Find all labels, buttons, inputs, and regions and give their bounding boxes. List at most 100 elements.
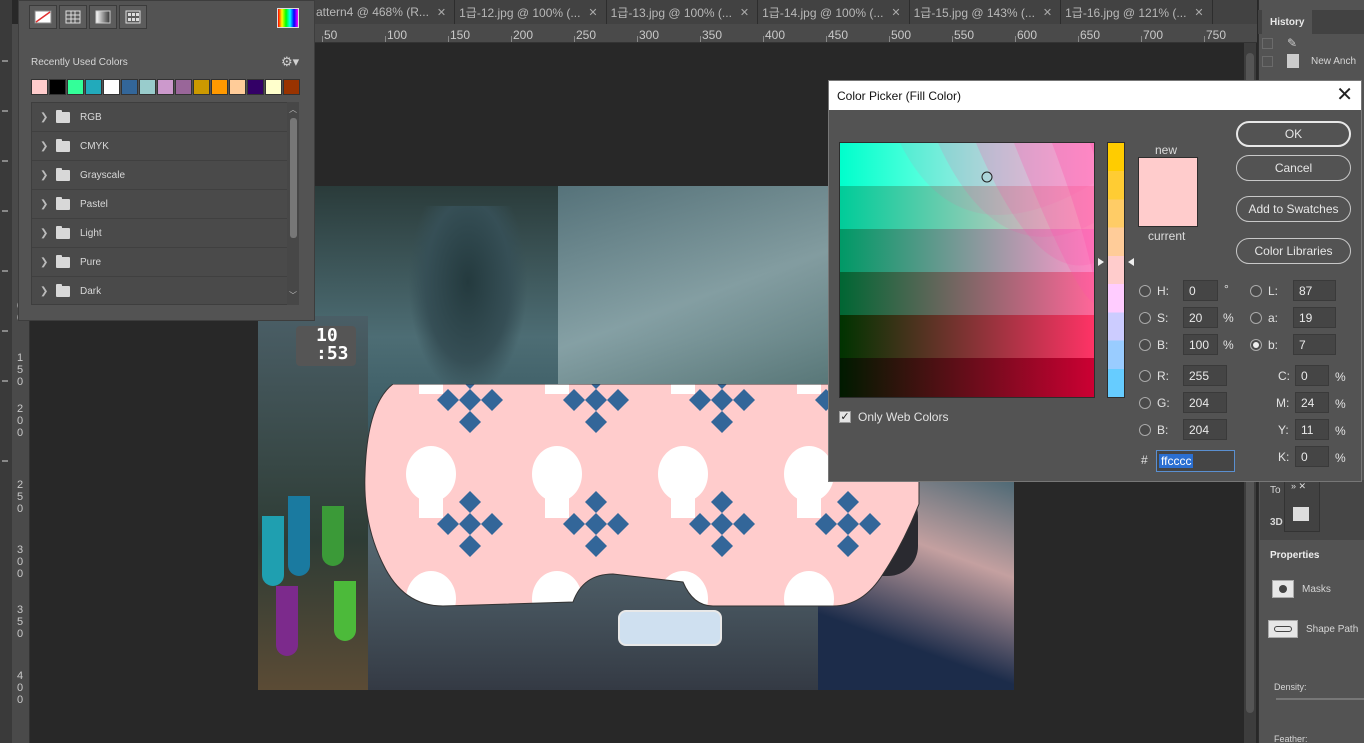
black-input[interactable]: 0	[1295, 446, 1329, 467]
properties-shape-path[interactable]: Shape Path	[1268, 620, 1358, 638]
chevron-right-icon[interactable]: ❯	[40, 228, 52, 239]
close-icon[interactable]: ✕	[1336, 84, 1353, 106]
recent-color-swatch[interactable]	[157, 79, 174, 95]
radio-brightness[interactable]	[1139, 339, 1151, 351]
swatch-group-pastel[interactable]: ❯ Pastel	[32, 190, 298, 219]
blue-input[interactable]: 204	[1183, 419, 1227, 440]
scroll-thumb[interactable]	[290, 118, 297, 238]
radio-lab-b[interactable]	[1250, 339, 1262, 351]
green-input[interactable]: 204	[1183, 392, 1227, 413]
ruler-horizontal[interactable]: 50 100 150 200 250 300 350 400 450 500 550 600 650 70…	[312, 24, 1257, 43]
recent-color-swatch[interactable]	[283, 79, 300, 95]
grid-icon[interactable]	[1293, 507, 1309, 521]
solid-color-button[interactable]	[59, 5, 87, 29]
swatch-group-rgb[interactable]: ❯ RGB	[32, 103, 298, 132]
close-icon[interactable]: ✕	[437, 6, 446, 19]
cyan-input[interactable]: 0	[1295, 365, 1329, 386]
radio-green[interactable]	[1139, 397, 1151, 409]
chevron-right-icon[interactable]: ❯	[40, 257, 52, 268]
recent-color-swatch[interactable]	[121, 79, 138, 95]
doc-tab-4[interactable]: 1급-15.jpg @ 143% (... ✕	[910, 0, 1062, 24]
hue-input[interactable]: 0	[1183, 280, 1218, 301]
add-to-swatches-button[interactable]: Add to Swatches	[1236, 196, 1351, 222]
recent-color-swatch[interactable]	[139, 79, 156, 95]
properties-masks[interactable]: Masks	[1272, 580, 1331, 598]
tab-3d[interactable]: 3D	[1270, 517, 1283, 528]
close-icon[interactable]: ✕	[588, 6, 597, 19]
history-snapshot-box[interactable]	[1262, 55, 1273, 67]
recent-color-swatch[interactable]	[247, 79, 264, 95]
recent-color-swatch[interactable]	[31, 79, 48, 95]
web-color-slider[interactable]	[1107, 142, 1125, 398]
hex-input[interactable]: ffcccc	[1156, 450, 1235, 472]
swatch-group-dark[interactable]: ❯ Dark	[32, 277, 298, 304]
gradient-button[interactable]	[89, 5, 117, 29]
history-row[interactable]: New Anch	[1262, 54, 1356, 68]
recent-color-swatch[interactable]	[193, 79, 210, 95]
ok-button[interactable]: OK	[1236, 121, 1351, 147]
recent-color-swatch[interactable]	[85, 79, 102, 95]
color-libraries-button[interactable]: Color Libraries	[1236, 238, 1351, 264]
collapsed-tool-panel[interactable]: » ✕	[1284, 480, 1320, 532]
scroll-up-icon[interactable]: ︿	[289, 104, 297, 115]
lightness-input[interactable]: 87	[1293, 280, 1336, 301]
recent-color-swatch[interactable]	[175, 79, 192, 95]
close-icon[interactable]: ✕	[740, 6, 749, 19]
doc-tab-1[interactable]: 1급-12.jpg @ 100% (... ✕	[455, 0, 607, 24]
color-field[interactable]	[839, 142, 1095, 398]
tab-history[interactable]: History	[1262, 10, 1313, 34]
red-input[interactable]: 255	[1183, 365, 1227, 386]
recent-color-swatch[interactable]	[211, 79, 228, 95]
radio-hue[interactable]	[1139, 285, 1151, 297]
gear-icon[interactable]: ⚙▾	[281, 54, 299, 70]
cancel-button[interactable]: Cancel	[1236, 155, 1351, 181]
swatch-group-cmyk[interactable]: ❯ CMYK	[32, 132, 298, 161]
doc-tab-2[interactable]: 1급-13.jpg @ 100% (... ✕	[607, 0, 759, 24]
density-slider[interactable]	[1276, 698, 1364, 700]
tab-properties[interactable]: Properties	[1262, 543, 1328, 567]
expand-icon[interactable]: » ✕	[1285, 481, 1319, 492]
swatch-list-scrollbar[interactable]: ︿ ﹀	[287, 102, 299, 305]
close-icon[interactable]: ✕	[1194, 6, 1203, 19]
scroll-down-icon[interactable]: ﹀	[289, 290, 297, 301]
yellow-input[interactable]: 11	[1295, 419, 1329, 440]
chevron-right-icon[interactable]: ❯	[40, 141, 52, 152]
only-web-colors-checkbox[interactable]: ✓	[839, 411, 851, 423]
color-field-canvas[interactable]	[840, 143, 1094, 397]
chevron-right-icon[interactable]: ❯	[40, 170, 52, 181]
no-fill-button[interactable]	[29, 5, 57, 29]
recent-color-swatch[interactable]	[265, 79, 282, 95]
brightness-input[interactable]: 100	[1183, 334, 1218, 355]
recent-color-swatch[interactable]	[103, 79, 120, 95]
history-snapshot-box[interactable]	[1262, 37, 1273, 49]
recent-color-swatch[interactable]	[67, 79, 84, 95]
chevron-right-icon[interactable]: ❯	[40, 199, 52, 210]
radio-saturation[interactable]	[1139, 312, 1151, 324]
doc-tab-0[interactable]: attern4 @ 468% (R... ✕	[312, 0, 456, 24]
saturation-input[interactable]: 20	[1183, 307, 1218, 328]
radio-red[interactable]	[1139, 370, 1151, 382]
lab-a-input[interactable]: 19	[1293, 307, 1336, 328]
recent-color-swatch[interactable]	[49, 79, 66, 95]
chevron-right-icon[interactable]: ❯	[40, 286, 52, 297]
close-icon[interactable]: ✕	[891, 6, 900, 19]
close-icon[interactable]: ✕	[1043, 6, 1052, 19]
history-row[interactable]: ✎	[1262, 36, 1297, 50]
pattern-button[interactable]	[119, 5, 147, 29]
recent-color-swatch[interactable]	[229, 79, 246, 95]
doc-tab-5[interactable]: 1급-16.jpg @ 121% (... ✕	[1061, 0, 1213, 24]
magenta-input[interactable]: 24	[1295, 392, 1329, 413]
radio-lab-a[interactable]	[1250, 312, 1262, 324]
swatch-group-light[interactable]: ❯ Light	[32, 219, 298, 248]
slider-arrow-right-icon[interactable]	[1128, 258, 1134, 266]
radio-blue[interactable]	[1139, 424, 1151, 436]
slider-arrow-left-icon[interactable]	[1098, 258, 1104, 266]
color-picker-button[interactable]	[277, 8, 299, 28]
radio-lightness[interactable]	[1250, 285, 1262, 297]
swatch-group-grayscale[interactable]: ❯ Grayscale	[32, 161, 298, 190]
doc-tab-3[interactable]: 1급-14.jpg @ 100% (... ✕	[758, 0, 910, 24]
swatch-group-pure[interactable]: ❯ Pure	[32, 248, 298, 277]
lab-b-input[interactable]: 7	[1293, 334, 1336, 355]
current-color-swatch[interactable]	[1138, 192, 1198, 227]
chevron-right-icon[interactable]: ❯	[40, 112, 52, 123]
